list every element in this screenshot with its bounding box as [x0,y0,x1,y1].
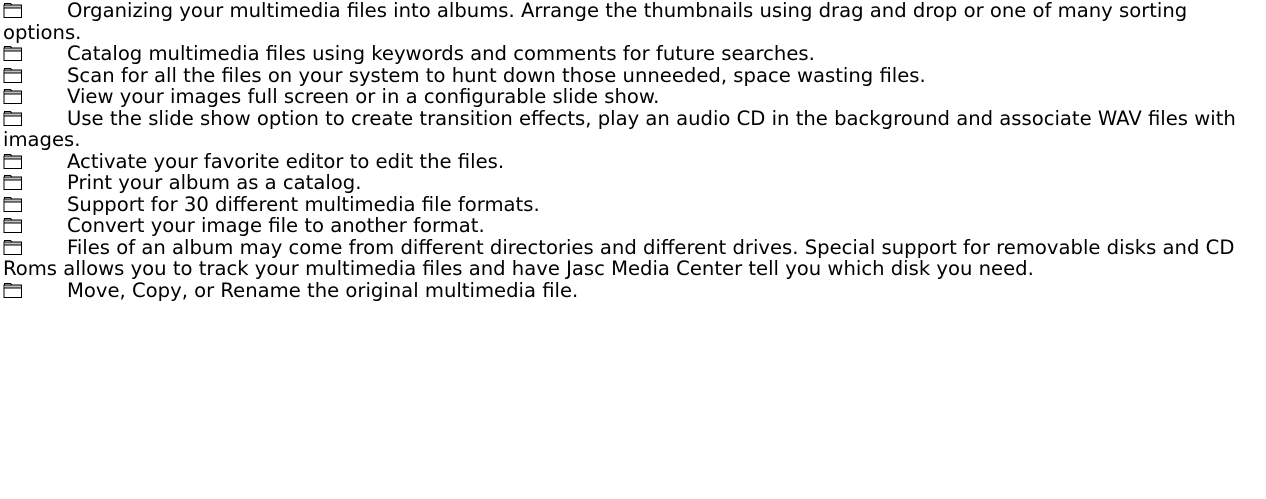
list-item-text: Use the slide show option to create tran… [3,106,1236,151]
list-item: Files of an album may come from differen… [3,235,1261,280]
list-item: Support for 30 different multimedia file… [3,192,1261,216]
list-item: Convert your image file to another forma… [3,215,1261,237]
list-item-text: Move, Copy, or Rename the original multi… [67,278,579,302]
folder-icon [3,2,23,19]
list-item: Scan for all the files on your system to… [3,63,1261,87]
folder-icon [3,196,23,213]
list-item-text: Convert your image file to another forma… [67,214,485,237]
list-item-text: Catalog multimedia files using keywords … [67,42,815,65]
list-item: Move, Copy, or Rename the original multi… [3,278,1261,302]
folder-icon [3,282,23,299]
list-item-text: Organizing your multimedia files into al… [3,0,1188,44]
list-item-text: Support for 30 different multimedia file… [67,192,540,216]
list-item: Activate your favorite editor to edit th… [3,149,1261,173]
folder-icon [3,174,23,191]
list-item-text: Activate your favorite editor to edit th… [67,149,505,173]
list-item-text: Scan for all the files on your system to… [67,63,926,87]
list-item: View your images full screen or in a con… [3,86,1261,108]
list-item: Print your album as a catalog. [3,172,1261,194]
list-item: Use the slide show option to create tran… [3,106,1261,151]
folder-icon [3,153,23,170]
list-item-text: View your images full screen or in a con… [67,85,660,108]
list-item-text: Files of an album may come from differen… [3,235,1235,280]
feature-list: Organizing your multimedia files into al… [3,0,1261,301]
folder-icon [3,239,23,256]
folder-icon [3,45,23,62]
folder-icon [3,67,23,84]
folder-icon [3,88,23,105]
list-item: Organizing your multimedia files into al… [3,0,1261,43]
list-item-text: Print your album as a catalog. [67,171,362,194]
folder-icon [3,217,23,234]
folder-icon [3,110,23,127]
list-item: Catalog multimedia files using keywords … [3,43,1261,65]
